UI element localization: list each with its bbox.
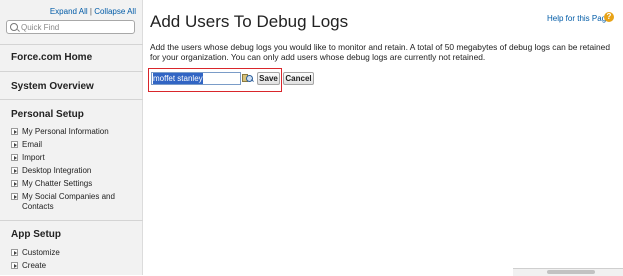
sidebar-item-force-home[interactable]: Force.com Home: [11, 52, 92, 63]
sidebar-item-my-personal-information[interactable]: My Personal Information: [11, 127, 136, 137]
sidebar-divider: [0, 99, 143, 100]
search-icon: [10, 23, 18, 31]
collapse-all-link[interactable]: Collapse All: [94, 7, 136, 16]
expand-arrow-icon[interactable]: [11, 154, 18, 161]
sidebar-item-my-chatter-settings[interactable]: My Chatter Settings: [11, 179, 136, 189]
expand-arrow-icon[interactable]: [11, 180, 18, 187]
sidebar-divider: [0, 71, 143, 72]
quick-find-input[interactable]: Quick Find: [6, 20, 135, 34]
expand-arrow-icon[interactable]: [11, 249, 18, 256]
app-setup-heading[interactable]: App Setup: [11, 229, 61, 240]
help-for-this-page-link[interactable]: Help for this Page: [547, 14, 611, 23]
sidebar-divider: [0, 220, 143, 221]
expand-collapse-links: Expand All | Collapse All: [0, 7, 136, 16]
sidebar-item-create[interactable]: Create: [11, 261, 136, 271]
sidebar-item-label: My Personal Information: [22, 127, 109, 136]
cancel-button[interactable]: Cancel: [283, 72, 314, 85]
expand-arrow-icon[interactable]: [11, 193, 18, 200]
expand-all-link[interactable]: Expand All: [50, 7, 88, 16]
expand-arrow-icon[interactable]: [11, 128, 18, 135]
sidebar-item-label: My Social Companies and Contacts: [22, 192, 115, 211]
link-separator: |: [89, 7, 92, 16]
expand-arrow-icon[interactable]: [11, 262, 18, 269]
sidebar-item-system-overview[interactable]: System Overview: [11, 81, 94, 92]
user-lookup-input[interactable]: moffet stanley: [151, 72, 241, 85]
sidebar-item-import[interactable]: Import: [11, 153, 136, 163]
save-button[interactable]: Save: [257, 72, 280, 85]
sidebar-item-label: Import: [22, 153, 45, 162]
sidebar-item-label: Desktop Integration: [22, 166, 92, 175]
main-content: Add Users To Debug Logs Help for this Pa…: [144, 0, 623, 275]
sidebar-item-customize[interactable]: Customize: [11, 248, 136, 258]
page-title: Add Users To Debug Logs: [150, 12, 349, 31]
setup-sidebar: Expand All | Collapse All Quick Find For…: [0, 0, 143, 275]
sidebar-item-label: Create: [22, 261, 47, 270]
sidebar-item-label: Email: [22, 140, 43, 149]
quick-find-placeholder: Quick Find: [21, 23, 60, 32]
page-description: Add the users whose debug logs you would…: [150, 42, 610, 62]
sidebar-item-label: Customize: [22, 248, 60, 257]
lookup-icon[interactable]: [242, 73, 254, 84]
expand-arrow-icon[interactable]: [11, 141, 18, 148]
sidebar-item-label: My Chatter Settings: [22, 179, 93, 188]
sidebar-divider: [0, 44, 143, 45]
sidebar-item-email[interactable]: Email: [11, 140, 136, 150]
user-lookup-value: moffet stanley: [153, 73, 203, 84]
scrollbar-thumb[interactable]: [547, 270, 595, 274]
expand-arrow-icon[interactable]: [11, 167, 18, 174]
help-icon[interactable]: ?: [604, 12, 614, 22]
sidebar-item-my-social-companies[interactable]: My Social Companies and Contacts: [11, 192, 136, 212]
sidebar-item-desktop-integration[interactable]: Desktop Integration: [11, 166, 136, 176]
personal-setup-heading[interactable]: Personal Setup: [11, 109, 84, 120]
